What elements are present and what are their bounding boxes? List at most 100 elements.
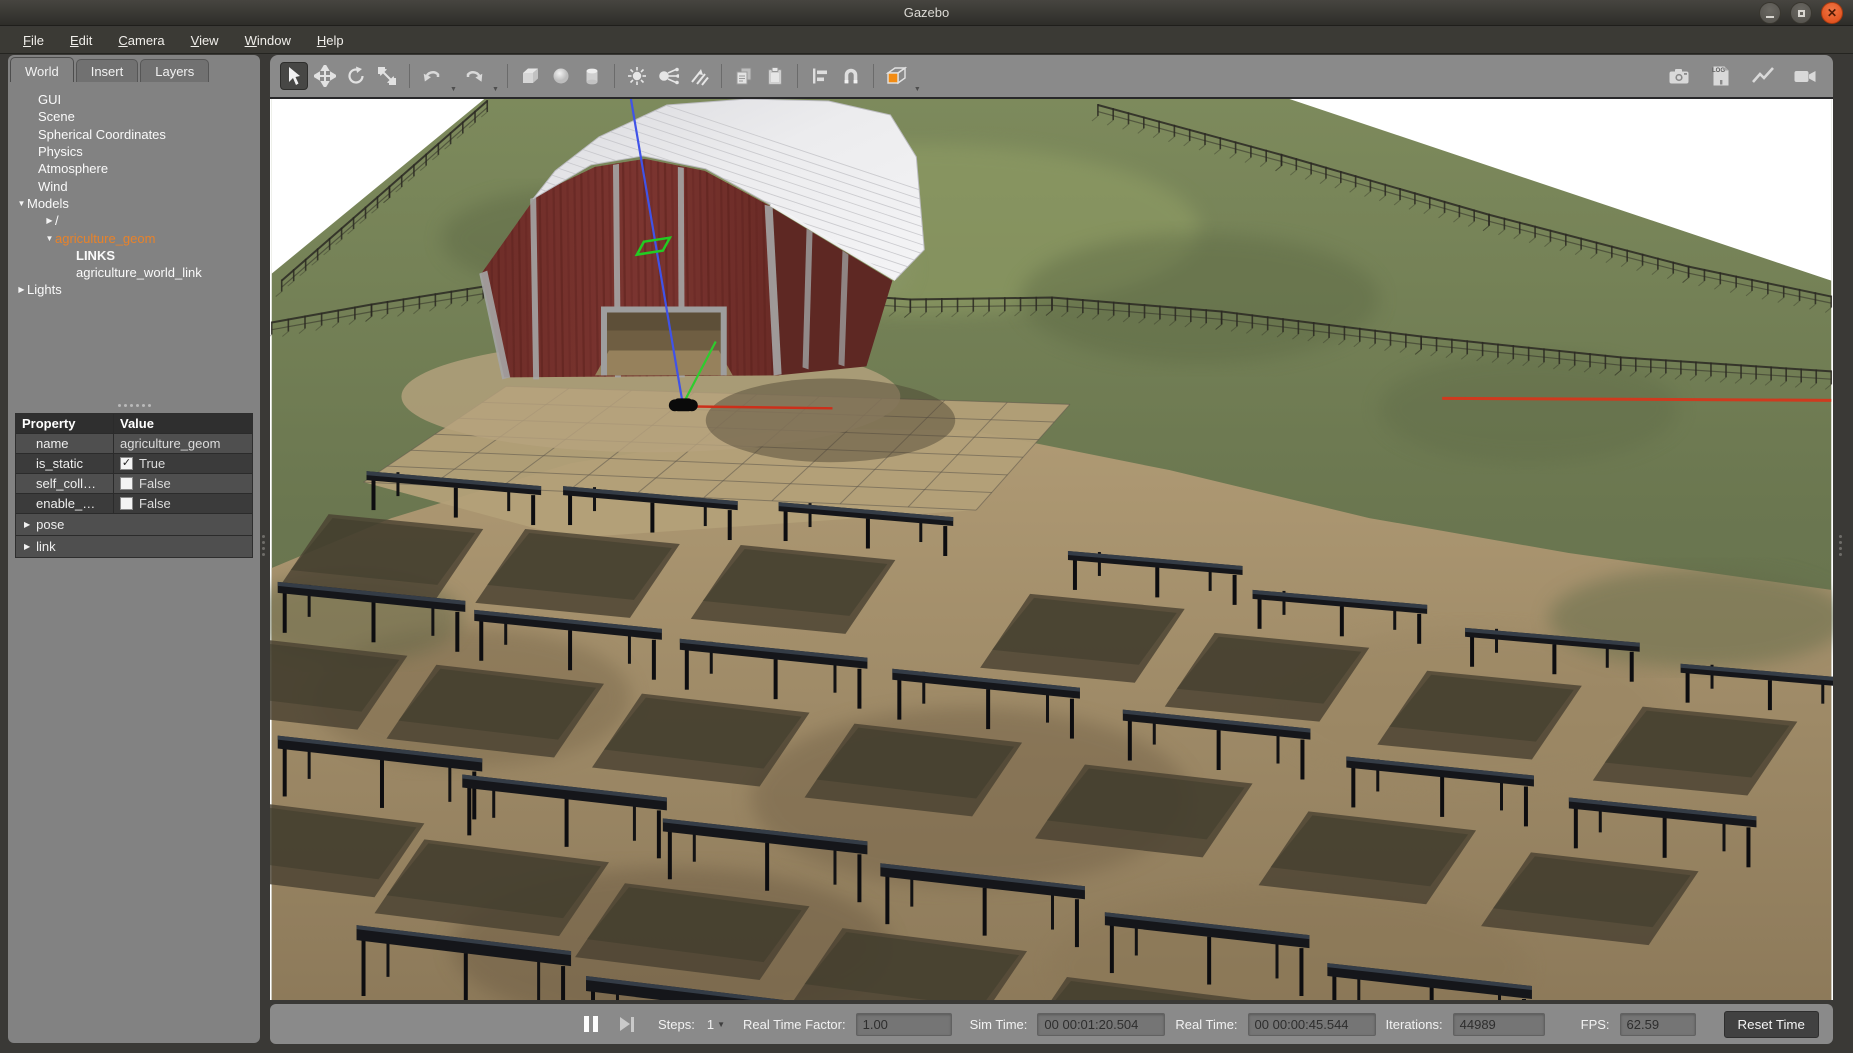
tree-item-atmosphere[interactable]: Atmosphere bbox=[8, 160, 260, 177]
spot-light-icon bbox=[657, 65, 679, 87]
tree-item-spherical-coordinates[interactable]: Spherical Coordinates bbox=[8, 126, 260, 143]
record-video-button[interactable] bbox=[1791, 62, 1819, 90]
pause-button[interactable] bbox=[578, 1011, 604, 1037]
render-panel: ▼ ▼ bbox=[270, 55, 1833, 1000]
render-view-3d[interactable] bbox=[270, 97, 1833, 1000]
rtf-field[interactable]: 1.00 bbox=[856, 1013, 952, 1036]
insert-sphere-button[interactable] bbox=[547, 62, 575, 90]
box-icon bbox=[519, 65, 541, 87]
checkbox-unchecked[interactable] bbox=[120, 497, 133, 510]
scale-tool-button[interactable] bbox=[373, 62, 401, 90]
laser-scan-line bbox=[1442, 398, 1831, 400]
copy-icon bbox=[733, 65, 755, 87]
panel-splitter-handle[interactable] bbox=[104, 404, 164, 409]
menu-bar: File Edit Camera View Window Help bbox=[0, 27, 1853, 54]
directional-light-button[interactable] bbox=[685, 62, 713, 90]
insert-cylinder-button[interactable] bbox=[578, 62, 606, 90]
menu-help[interactable]: Help bbox=[306, 29, 355, 52]
snap-button[interactable] bbox=[837, 62, 865, 90]
steps-dropdown[interactable]: 1▼ bbox=[707, 1017, 725, 1032]
undo-history-caret[interactable]: ▼ bbox=[450, 86, 457, 97]
rtf-label: Real Time Factor: bbox=[743, 1017, 846, 1032]
undo-button[interactable] bbox=[418, 62, 446, 90]
tab-world[interactable]: World bbox=[10, 57, 74, 82]
rotate-icon bbox=[345, 65, 367, 87]
left-splitter-handle[interactable] bbox=[261, 535, 266, 575]
menu-file[interactable]: File bbox=[12, 29, 55, 52]
right-splitter-handle[interactable] bbox=[1838, 535, 1843, 575]
expand-arrow-icon[interactable]: ▶ bbox=[24, 520, 30, 529]
real-time-label: Real Time: bbox=[1175, 1017, 1237, 1032]
property-group-link[interactable]: ▶ link bbox=[16, 536, 252, 557]
col-property: Property bbox=[16, 414, 114, 433]
undo-icon bbox=[421, 65, 443, 87]
reset-time-button[interactable]: Reset Time bbox=[1724, 1011, 1819, 1038]
menu-camera[interactable]: Camera bbox=[107, 29, 175, 52]
expand-arrow-icon[interactable]: ▶ bbox=[16, 285, 27, 294]
redo-history-caret[interactable]: ▼ bbox=[492, 86, 499, 97]
property-group-pose[interactable]: ▶ pose bbox=[16, 514, 252, 536]
minimize-button[interactable] bbox=[1759, 2, 1781, 24]
log-icon-label: LOG bbox=[1712, 68, 1725, 74]
copy-button[interactable] bbox=[730, 62, 758, 90]
iterations-label: Iterations: bbox=[1386, 1017, 1443, 1032]
fps-field: 62.59 bbox=[1620, 1013, 1696, 1036]
rotate-tool-button[interactable] bbox=[342, 62, 370, 90]
maximize-button[interactable] bbox=[1790, 2, 1812, 24]
property-table: Property Value name agriculture_geom is_… bbox=[15, 413, 253, 558]
robot-model[interactable] bbox=[669, 398, 698, 411]
insert-box-button[interactable] bbox=[516, 62, 544, 90]
screenshot-button[interactable] bbox=[1665, 62, 1693, 90]
point-light-button[interactable] bbox=[623, 62, 651, 90]
tree-item-slash[interactable]: ▶/ bbox=[8, 212, 260, 229]
panel-tabs: World Insert Layers bbox=[8, 55, 260, 82]
translate-tool-button[interactable] bbox=[311, 62, 339, 90]
tree-item-agriculture-world-link[interactable]: agriculture_world_link bbox=[8, 264, 260, 281]
tree-item-physics[interactable]: Physics bbox=[8, 143, 260, 160]
expand-arrow-icon[interactable]: ▶ bbox=[44, 216, 55, 225]
plot-button[interactable] bbox=[1749, 62, 1777, 90]
menu-window[interactable]: Window bbox=[234, 29, 302, 52]
paste-button[interactable] bbox=[761, 62, 789, 90]
property-row-enable-wind: enable_… False bbox=[16, 494, 252, 514]
plot-line-icon bbox=[1751, 65, 1775, 87]
tree-item-links-header: LINKS bbox=[8, 247, 260, 264]
sphere-icon bbox=[550, 65, 572, 87]
step-forward-icon bbox=[620, 1017, 634, 1032]
gazebo-window: { "window": { "title": "Gazebo" }, "menu… bbox=[0, 0, 1853, 1053]
tree-item-agriculture-geom[interactable]: ▼agriculture_geom bbox=[8, 229, 260, 246]
collapse-arrow-icon[interactable]: ▼ bbox=[44, 234, 55, 243]
expand-arrow-icon[interactable]: ▶ bbox=[24, 542, 30, 551]
log-data-button[interactable]: LOG bbox=[1707, 62, 1735, 90]
tree-item-wind[interactable]: Wind bbox=[8, 177, 260, 194]
menu-view[interactable]: View bbox=[180, 29, 230, 52]
view-angle-button[interactable] bbox=[882, 62, 910, 90]
barn-door bbox=[595, 307, 733, 376]
checkbox-unchecked[interactable] bbox=[120, 477, 133, 490]
chevron-down-icon: ▼ bbox=[717, 1020, 725, 1029]
tree-item-lights[interactable]: ▶Lights bbox=[8, 281, 260, 298]
world-panel: World Insert Layers GUI Scene Spherical … bbox=[8, 55, 260, 1043]
tab-layers[interactable]: Layers bbox=[140, 59, 209, 82]
align-button[interactable] bbox=[806, 62, 834, 90]
view-angle-caret[interactable]: ▼ bbox=[914, 86, 921, 97]
checkbox-checked[interactable]: ✓ bbox=[120, 457, 133, 470]
close-button[interactable]: ✕ bbox=[1821, 2, 1843, 24]
tree-item-gui[interactable]: GUI bbox=[8, 91, 260, 108]
property-table-header: Property Value bbox=[16, 414, 252, 434]
tree-item-models[interactable]: ▼Models bbox=[8, 195, 260, 212]
collapse-arrow-icon[interactable]: ▼ bbox=[16, 199, 27, 208]
property-row-name: name agriculture_geom bbox=[16, 434, 252, 454]
tab-insert[interactable]: Insert bbox=[76, 59, 139, 82]
world-tree: GUI Scene Spherical Coordinates Physics … bbox=[8, 82, 260, 299]
step-button[interactable] bbox=[614, 1011, 640, 1037]
redo-button[interactable] bbox=[460, 62, 488, 90]
spot-light-button[interactable] bbox=[654, 62, 682, 90]
select-tool-button[interactable] bbox=[280, 62, 308, 90]
cursor-arrow-icon bbox=[283, 65, 305, 87]
menu-edit[interactable]: Edit bbox=[59, 29, 103, 52]
sim-time-field: 00 00:01:20.504 bbox=[1037, 1013, 1165, 1036]
tree-item-scene[interactable]: Scene bbox=[8, 108, 260, 125]
camera-icon bbox=[1667, 65, 1691, 87]
property-row-self-collide: self_coll… False bbox=[16, 474, 252, 494]
